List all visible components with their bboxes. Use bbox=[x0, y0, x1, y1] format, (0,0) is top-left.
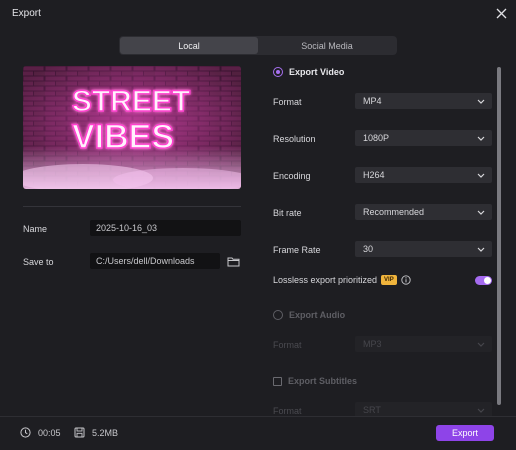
footer-bar: 00:05 5.2MB Export bbox=[0, 416, 516, 450]
name-field[interactable]: 2025-10-16_03 bbox=[90, 220, 241, 236]
resolution-select[interactable]: 1080P bbox=[355, 130, 492, 146]
export-video-option[interactable]: Export Video bbox=[273, 67, 344, 77]
chevron-down-icon bbox=[476, 207, 486, 217]
disk-icon bbox=[74, 427, 85, 438]
lossless-label: Lossless export prioritized bbox=[273, 275, 378, 285]
resolution-label: Resolution bbox=[273, 134, 316, 144]
frame-rate-value: 30 bbox=[363, 244, 374, 254]
save-path-field[interactable]: C:/Users/dell/Downloads bbox=[90, 253, 220, 269]
window-title: Export bbox=[12, 7, 41, 19]
lossless-row: Lossless export prioritized VIP bbox=[273, 275, 411, 285]
save-to-label: Save to bbox=[23, 257, 54, 267]
audio-format-select[interactable]: MP3 bbox=[355, 336, 492, 352]
chevron-down-icon bbox=[476, 244, 486, 254]
clock-icon bbox=[20, 427, 31, 438]
lossless-toggle[interactable] bbox=[475, 276, 492, 285]
file-size-value: 5.2MB bbox=[92, 427, 119, 438]
close-button[interactable] bbox=[492, 4, 510, 22]
encoding-label: Encoding bbox=[273, 171, 311, 181]
export-video-radio[interactable] bbox=[273, 67, 283, 77]
chevron-down-icon bbox=[476, 170, 486, 180]
tab-local[interactable]: Local bbox=[120, 37, 258, 54]
subtitle-format-value: SRT bbox=[363, 405, 381, 415]
frame-rate-label: Frame Rate bbox=[273, 245, 321, 255]
settings-scrollbar[interactable] bbox=[497, 67, 501, 405]
export-tabs: Local Social Media bbox=[119, 36, 397, 55]
export-settings-panel: Export Video Format MP4 Resolution 1080P… bbox=[270, 62, 496, 416]
audio-format-value: MP3 bbox=[363, 339, 382, 349]
vip-badge: VIP bbox=[381, 275, 397, 285]
name-label: Name bbox=[23, 224, 48, 234]
bitrate-value: Recommended bbox=[363, 207, 425, 217]
browse-folder-button[interactable] bbox=[226, 254, 240, 268]
bitrate-select[interactable]: Recommended bbox=[355, 204, 492, 220]
encoding-value: H264 bbox=[363, 170, 385, 180]
duration-info: 00:05 bbox=[20, 427, 61, 438]
resolution-value: 1080P bbox=[363, 133, 390, 143]
chevron-down-icon bbox=[476, 96, 486, 106]
chevron-down-icon bbox=[476, 339, 486, 349]
format-label: Format bbox=[273, 97, 302, 107]
format-select[interactable]: MP4 bbox=[355, 93, 492, 109]
subtitle-format-select[interactable]: SRT bbox=[355, 402, 492, 416]
audio-format-label: Format bbox=[273, 340, 302, 350]
duration-value: 00:05 bbox=[38, 427, 61, 438]
close-icon bbox=[496, 8, 506, 18]
export-subtitles-title: Export Subtitles bbox=[288, 376, 358, 386]
file-size-info: 5.2MB bbox=[74, 427, 118, 438]
bitrate-label: Bit rate bbox=[273, 208, 302, 218]
preview-text-line1: STREET bbox=[72, 85, 190, 118]
title-bar: Export bbox=[0, 0, 516, 26]
frame-rate-select[interactable]: 30 bbox=[355, 241, 492, 257]
subtitle-format-label: Format bbox=[273, 406, 302, 416]
format-value: MP4 bbox=[363, 96, 382, 106]
video-preview: STREET VIBES bbox=[23, 66, 241, 189]
encoding-select[interactable]: H264 bbox=[355, 167, 492, 183]
export-button[interactable]: Export bbox=[436, 425, 494, 441]
export-audio-radio[interactable] bbox=[273, 310, 283, 320]
export-subtitles-option[interactable]: Export Subtitles bbox=[273, 376, 357, 386]
export-subtitles-checkbox[interactable] bbox=[273, 376, 282, 386]
left-divider bbox=[23, 206, 241, 207]
tab-social-media[interactable]: Social Media bbox=[258, 37, 396, 54]
info-icon[interactable] bbox=[401, 275, 411, 285]
folder-icon bbox=[227, 257, 239, 266]
export-audio-option[interactable]: Export Audio bbox=[273, 310, 345, 320]
chevron-down-icon bbox=[476, 133, 486, 143]
export-video-title: Export Video bbox=[289, 67, 345, 77]
export-audio-title: Export Audio bbox=[289, 310, 346, 320]
chevron-down-icon bbox=[476, 405, 486, 415]
